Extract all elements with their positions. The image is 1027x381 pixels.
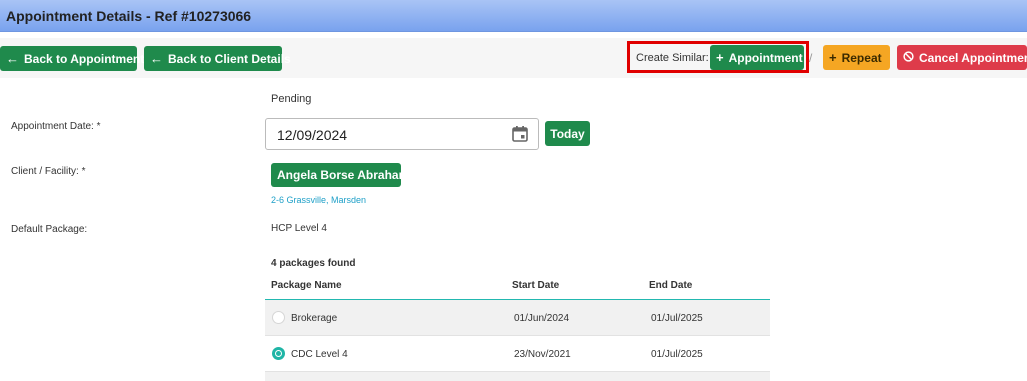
arrow-left-icon: ← [150,51,163,66]
back-to-appointments-label: Back to Appointments [24,51,151,66]
appointment-button-label: Appointment [728,50,803,65]
package-name: Brokerage [291,313,338,324]
default-package-label: Default Package: [11,224,88,235]
packages-count: 4 packages found [271,258,356,269]
client-facility-label: Client / Facility: * [11,166,86,177]
repeat-button-label: Repeat [841,50,882,65]
back-to-appointments-button[interactable]: ← Back to Appointments [0,46,151,71]
cancel-appointment-button[interactable]: Cancel Appointment [897,45,1027,70]
repeat-button[interactable]: + Repeat [823,45,890,70]
today-button[interactable]: Today [545,121,590,146]
back-to-client-button[interactable]: ← Back to Client Details [144,46,291,71]
appointment-date-value: 12/09/2024 [277,127,348,143]
ban-icon [903,51,914,64]
default-package-value: HCP Level 4 [271,223,327,234]
package-start-date: 23/Nov/2021 [514,349,571,360]
cancel-appointment-label: Cancel Appointment [919,50,1027,65]
package-start-date: 01/Jun/2024 [514,313,570,324]
package-name: CDC Level 4 [291,349,348,360]
packages-table: Package Name Start Date End Date Brokera… [265,272,770,381]
calendar-icon[interactable] [511,125,529,143]
package-end-date: 01/Jul/2025 [651,313,703,324]
package-radio[interactable] [272,347,285,360]
window-title: Appointment Details - Ref #10273066 [6,8,252,24]
plus-icon: + [716,50,724,65]
client-address-link[interactable]: 2-6 Grassville, Marsden [271,195,366,205]
back-to-client-label: Back to Client Details [168,51,291,66]
create-similar-group: Create Similar: + Appointment [627,41,809,73]
appointment-date-label: Appointment Date: * [11,121,101,132]
table-row[interactable]: Brokerage 01/Jun/2024 01/Jul/2025 [265,300,770,336]
create-similar-appointment-button[interactable]: + Appointment [710,45,804,70]
table-row-partial [265,372,770,381]
header-end-date: End Date [649,280,693,291]
appointment-date-input[interactable]: 12/09/2024 [265,118,539,150]
package-end-date: 01/Jul/2025 [651,349,703,360]
table-row[interactable]: CDC Level 4 23/Nov/2021 01/Jul/2025 [265,336,770,372]
create-similar-label: Create Similar: [636,52,709,64]
header-package-name: Package Name [271,280,342,291]
status-text: Pending [271,93,312,105]
arrow-left-icon: ← [6,51,19,66]
plus-icon: + [829,50,837,65]
title-bar: Appointment Details - Ref #10273066 [0,0,1027,32]
header-start-date: Start Date [512,280,560,291]
table-header: Package Name Start Date End Date [265,272,770,300]
separator: / [809,51,813,65]
package-radio[interactable] [272,311,285,324]
client-name-button[interactable]: Angela Borse Abraham [271,163,409,187]
